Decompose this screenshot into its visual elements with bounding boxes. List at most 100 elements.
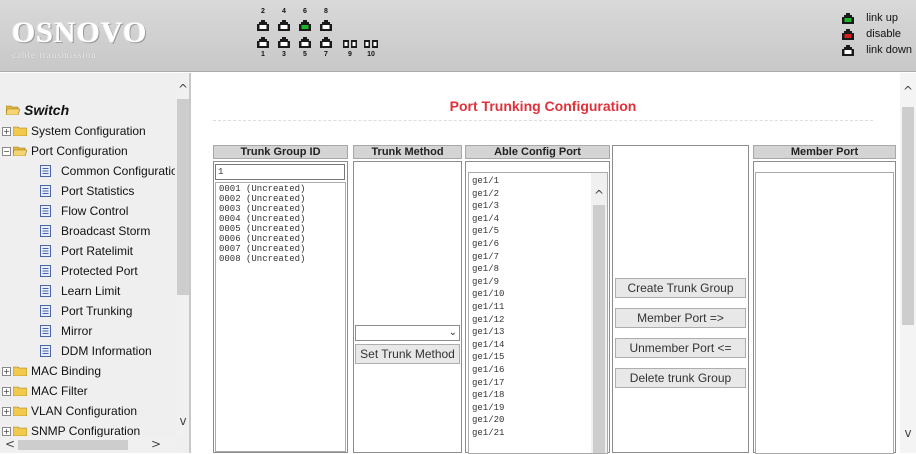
trunk-group-option[interactable]: 0003 (Uncreated) — [216, 204, 345, 214]
trunk-group-option[interactable]: 0008 (Uncreated) — [216, 254, 345, 264]
sidebar-item-label: Protected Port — [61, 264, 138, 278]
page-icon — [40, 305, 61, 317]
header-banner: OSNOVO cable transmission 2 4 6 8 1 3 5 7 9 10 li… — [0, 0, 916, 72]
sidebar-item-mirror[interactable]: Mirror — [0, 321, 175, 341]
trunk-group-option[interactable]: 0004 (Uncreated) — [216, 214, 345, 224]
ethernet-port-icon[interactable] — [278, 37, 290, 48]
sidebar-item-broadcast-storm[interactable]: Broadcast Storm — [0, 221, 175, 241]
able-port-option[interactable]: ge1/8 — [469, 263, 607, 276]
ethernet-port-icon[interactable] — [257, 20, 269, 31]
able-port-option[interactable]: ge1/2 — [469, 188, 607, 201]
expand-icon[interactable]: + — [2, 126, 11, 136]
create-trunk-group-button[interactable]: Create Trunk Group — [615, 278, 746, 298]
sidebar-item-label: SNMP Configuration — [31, 424, 141, 438]
sidebar-item-ddm-information[interactable]: DDM Information — [0, 341, 175, 361]
able-port-scrollbar[interactable]: ^ — [591, 173, 607, 453]
trunk-group-option[interactable]: 0005 (Uncreated) — [216, 224, 345, 234]
able-port-option[interactable]: ge1/17 — [469, 377, 607, 390]
trunk-group-option[interactable]: 0002 (Uncreated) — [216, 194, 345, 204]
main-scroll-up-icon[interactable]: ^ — [900, 85, 916, 97]
able-port-option[interactable]: ge1/10 — [469, 288, 607, 301]
sidebar-item-protected-port[interactable]: Protected Port — [0, 261, 175, 281]
able-port-option[interactable]: ge1/3 — [469, 200, 607, 213]
scroll-right-icon[interactable]: > — [148, 438, 164, 450]
port-number-2: 2 — [261, 8, 265, 15]
able-port-option[interactable]: ge1/6 — [469, 238, 607, 251]
trunk-method-select[interactable]: ⌄ — [355, 325, 460, 341]
trunk-group-id-input[interactable]: 1 — [215, 164, 345, 180]
able-port-option[interactable]: ge1/18 — [469, 389, 607, 402]
sidebar-item-common-configuratio[interactable]: Common Configuratio — [0, 161, 178, 181]
action-panel: Create Trunk Group Member Port => Unmemb… — [612, 145, 749, 453]
main-scroll-thumb[interactable] — [902, 107, 914, 325]
ethernet-port-icon[interactable] — [299, 20, 311, 31]
sidebar-item-label: MAC Filter — [31, 384, 88, 398]
able-port-option[interactable]: ge1/16 — [469, 364, 607, 377]
hscroll-thumb[interactable] — [18, 440, 128, 450]
sidebar-item-mac-binding[interactable]: + MAC Binding — [0, 361, 175, 381]
able-port-scroll-up-icon[interactable]: ^ — [591, 189, 607, 201]
fiber-port-icon[interactable] — [364, 40, 378, 51]
able-port-option[interactable]: ge1/11 — [469, 301, 607, 314]
expand-icon[interactable]: + — [2, 406, 11, 416]
page-icon — [40, 265, 61, 277]
trunk-group-option[interactable]: 0001 (Uncreated) — [216, 184, 345, 194]
expand-icon[interactable]: + — [2, 386, 11, 396]
able-port-option[interactable]: ge1/13 — [469, 326, 607, 339]
able-port-option[interactable]: ge1/1 — [469, 175, 607, 188]
sidebar-item-flow-control[interactable]: Flow Control — [0, 201, 175, 221]
ethernet-port-icon[interactable] — [299, 37, 311, 48]
ethernet-port-icon[interactable] — [278, 20, 290, 31]
main-vertical-scrollbar[interactable]: ^ v — [900, 73, 916, 453]
member-port-list[interactable] — [755, 172, 894, 454]
sidebar-item-vlan-configuration[interactable]: + VLAN Configuration — [0, 401, 175, 421]
sidebar-item-label: MAC Binding — [31, 364, 102, 378]
expand-icon[interactable]: + — [2, 426, 11, 436]
sidebar-horizontal-scrollbar[interactable]: < > — [0, 437, 175, 453]
able-port-option[interactable]: ge1/7 — [469, 251, 607, 264]
able-port-option[interactable]: ge1/4 — [469, 213, 607, 226]
able-port-option[interactable]: ge1/19 — [469, 402, 607, 415]
nav-tree: Switch + System Configuration − Port Config… — [0, 73, 178, 438]
able-port-option[interactable]: ge1/20 — [469, 414, 607, 427]
sidebar-item-port-ratelimit[interactable]: Port Ratelimit — [0, 241, 175, 261]
sidebar-vertical-scrollbar[interactable]: ^ v — [175, 73, 189, 437]
port-legend: link up disable link down — [842, 10, 912, 58]
trunk-group-option[interactable]: 0006 (Uncreated) — [216, 234, 345, 244]
able-port-option[interactable]: ge1/14 — [469, 339, 607, 352]
able-port-option[interactable]: ge1/21 — [469, 427, 607, 440]
member-port-button[interactable]: Member Port => — [615, 308, 746, 328]
set-trunk-method-button[interactable]: Set Trunk Method — [355, 344, 460, 364]
delete-trunk-group-button[interactable]: Delete trunk Group — [615, 368, 746, 388]
scroll-up-icon[interactable]: ^ — [175, 83, 189, 95]
trunk-group-option[interactable]: 0007 (Uncreated) — [216, 244, 345, 254]
able-port-option[interactable]: ge1/5 — [469, 225, 607, 238]
sidebar-item-port-configuration[interactable]: − Port Configuration — [0, 141, 175, 161]
trunk-method-panel: ⌄ Set Trunk Method — [353, 161, 462, 453]
sidebar-item-port-statistics[interactable]: Port Statistics — [0, 181, 175, 201]
sidebar-item-learn-limit[interactable]: Learn Limit — [0, 281, 175, 301]
ethernet-port-icon[interactable] — [257, 37, 269, 48]
ethernet-port-icon[interactable] — [320, 37, 332, 48]
unmember-port-button[interactable]: Unmember Port <= — [615, 338, 746, 358]
sidebar-item-port-trunking[interactable]: Port Trunking — [0, 301, 175, 321]
scroll-down-icon[interactable]: v — [175, 415, 189, 427]
able-port-option[interactable]: ge1/9 — [469, 276, 607, 289]
able-port-items: ge1/1 ge1/2 ge1/3 ge1/4 ge1/5 ge1/6 ge1/7 ge1/8… — [469, 173, 607, 439]
main-scroll-down-icon[interactable]: v — [900, 427, 916, 439]
able-port-option[interactable]: ge1/15 — [469, 351, 607, 364]
able-port-scroll-thumb[interactable] — [593, 205, 605, 453]
scroll-thumb[interactable] — [177, 99, 189, 295]
fiber-port-icon[interactable] — [343, 40, 357, 51]
ethernet-port-icon[interactable] — [320, 20, 332, 31]
sidebar-item-mac-filter[interactable]: + MAC Filter — [0, 381, 175, 401]
able-port-option[interactable]: ge1/12 — [469, 314, 607, 327]
collapse-icon[interactable]: − — [2, 146, 11, 156]
tree-root-switch[interactable]: Switch — [0, 99, 175, 121]
expand-icon[interactable]: + — [2, 366, 11, 376]
sidebar-item-label: Port Ratelimit — [61, 244, 134, 258]
able-port-list[interactable]: ge1/1 ge1/2 ge1/3 ge1/4 ge1/5 ge1/6 ge1/7 ge1/8… — [468, 172, 608, 454]
trunk-group-list[interactable]: 0001 (Uncreated) 0002 (Uncreated) 0003 (Un… — [215, 182, 346, 452]
scroll-left-icon[interactable]: < — [2, 438, 18, 450]
sidebar-item-system-configuration[interactable]: + System Configuration — [0, 121, 175, 141]
